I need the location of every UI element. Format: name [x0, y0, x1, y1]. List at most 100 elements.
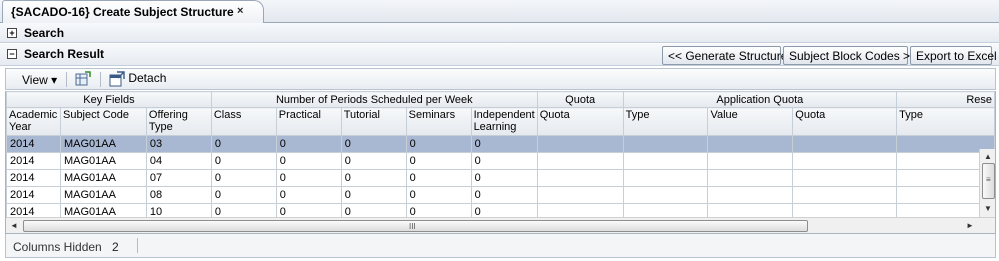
- table-cell: 2014: [6, 152, 61, 170]
- toolbar-divider: [100, 72, 101, 87]
- column-header[interactable]: Seminars: [405, 107, 472, 136]
- scroll-left-icon[interactable]: ◄: [6, 218, 22, 233]
- table-cell: [792, 186, 898, 204]
- table-cell: [622, 135, 709, 153]
- table-cell: 0: [210, 152, 277, 170]
- column-header[interactable]: Subject Code: [59, 107, 147, 136]
- column-header[interactable]: Quota: [536, 107, 624, 136]
- search-result-title: Search Result: [24, 47, 105, 61]
- table-cell: [792, 169, 898, 187]
- generate-structure-button[interactable]: << Generate Structure: [662, 46, 787, 65]
- table-cell: MAG01AA: [59, 186, 147, 204]
- table-cell: 04: [145, 152, 212, 170]
- view-menu-label: View: [22, 73, 48, 87]
- table-cell: 08: [145, 186, 212, 204]
- table-cell: 0: [470, 186, 538, 204]
- grip-icon: III: [409, 222, 416, 231]
- toolbar-divider: [66, 72, 67, 87]
- table-cell: [707, 152, 794, 170]
- scroll-right-icon[interactable]: ►: [962, 218, 978, 233]
- table-cell: 0: [340, 152, 407, 170]
- table-row[interactable]: 2014 MAG01AA 03 0 0 0 0 0: [6, 135, 995, 153]
- table-cell: 0: [340, 186, 407, 204]
- table-cell: 0: [405, 135, 472, 153]
- table-cell: [536, 169, 624, 187]
- table-cell: 0: [470, 135, 538, 153]
- columns-hidden-label: Columns Hidden: [13, 240, 102, 254]
- table-cell: MAG01AA: [59, 169, 147, 187]
- subject-block-codes-button[interactable]: Subject Block Codes >>: [783, 46, 917, 65]
- table-cell: 0: [405, 169, 472, 187]
- table-cell: 0: [210, 169, 277, 187]
- columns-hidden-count: 2: [112, 240, 119, 254]
- search-section-header[interactable]: + Search: [0, 23, 999, 43]
- column-header[interactable]: Class: [210, 107, 277, 136]
- group-periods-per-week: Number of Periods Scheduled per Week: [210, 91, 538, 108]
- table-cell: 0: [470, 169, 538, 187]
- table-cell: [622, 152, 709, 170]
- column-header[interactable]: Tutorial: [340, 107, 407, 136]
- table-cell: MAG01AA: [59, 135, 147, 153]
- table-body: 2014 MAG01AA 03 0 0 0 0 0 2014 MAG01AA 04 0 0 0 0 0 2014…: [6, 135, 995, 221]
- grip-icon: ≡: [986, 175, 991, 184]
- detach-button[interactable]: Detach: [109, 71, 166, 87]
- view-menu[interactable]: View ▾: [22, 73, 57, 87]
- freeze-columns-icon[interactable]: [75, 71, 91, 90]
- horizontal-scroll-thumb[interactable]: III: [23, 220, 808, 232]
- tab-strip: {SACADO-16} Create Subject Structure ×: [0, 0, 999, 23]
- chevron-down-icon: ▾: [51, 73, 58, 87]
- table-cell: 2014: [6, 135, 61, 153]
- table-cell: 0: [210, 186, 277, 204]
- table-cell: [536, 152, 624, 170]
- table-row[interactable]: 2014 MAG01AA 08 0 0 0 0 0: [6, 186, 995, 204]
- table-cell: 0: [405, 186, 472, 204]
- table-cell: 0: [340, 169, 407, 187]
- status-bar: Columns Hidden 2: [5, 234, 996, 258]
- table-cell: 0: [340, 135, 407, 153]
- close-icon[interactable]: ×: [237, 5, 243, 17]
- table-row[interactable]: 2014 MAG01AA 07 0 0 0 0 0: [6, 169, 995, 187]
- tab-create-subject-structure[interactable]: {SACADO-16} Create Subject Structure ×: [2, 0, 264, 23]
- table-cell: 0: [275, 169, 342, 187]
- table-cell: 2014: [6, 169, 61, 187]
- table-cell: 07: [145, 169, 212, 187]
- export-to-excel-button[interactable]: Export to Excel: [910, 46, 997, 65]
- table-cell: 03: [145, 135, 212, 153]
- table-cell: [622, 186, 709, 204]
- column-header[interactable]: Independent Learning: [470, 107, 538, 136]
- collapse-icon[interactable]: −: [7, 49, 17, 59]
- table-cell: 0: [470, 152, 538, 170]
- table-row[interactable]: 2014 MAG01AA 04 0 0 0 0 0: [6, 152, 995, 170]
- table-cell: [792, 152, 898, 170]
- table-cell: [536, 186, 624, 204]
- column-header[interactable]: Quota: [792, 107, 898, 136]
- search-section-title: Search: [24, 26, 65, 40]
- results-table: Key Fields Number of Periods Scheduled p…: [6, 91, 995, 221]
- group-reserved: Rese: [896, 91, 995, 108]
- horizontal-scrollbar[interactable]: ◄ III ►: [6, 217, 995, 233]
- table-cell: [622, 169, 709, 187]
- column-header[interactable]: Type: [622, 107, 709, 136]
- table-toolbar: View ▾ Detach: [5, 68, 996, 90]
- group-application-quota: Application Quota: [622, 91, 898, 108]
- vertical-scroll-thumb[interactable]: ≡: [982, 163, 995, 199]
- detach-label: Detach: [128, 71, 167, 86]
- column-header[interactable]: Academic Year: [6, 107, 61, 136]
- vertical-scrollbar[interactable]: ▲ ≡ ▼: [979, 149, 995, 217]
- table-cell: 0: [405, 152, 472, 170]
- scroll-down-icon[interactable]: ▼: [980, 201, 995, 217]
- detach-icon: [109, 71, 125, 87]
- table-cell: 2014: [6, 186, 61, 204]
- search-result-section-header: − Search Result << Generate Structure Su…: [0, 44, 999, 66]
- column-header[interactable]: Type: [896, 107, 995, 136]
- column-header[interactable]: Value: [707, 107, 794, 136]
- table-cell: [536, 135, 624, 153]
- group-quota: Quota: [536, 91, 624, 108]
- table-cell: [792, 135, 898, 153]
- search-result-table: Key Fields Number of Periods Scheduled p…: [5, 91, 996, 234]
- table-cell: [707, 169, 794, 187]
- expand-icon[interactable]: +: [7, 28, 17, 38]
- column-header[interactable]: Practical: [275, 107, 342, 136]
- table-cell: [707, 186, 794, 204]
- column-header[interactable]: Offering Type: [145, 107, 212, 136]
